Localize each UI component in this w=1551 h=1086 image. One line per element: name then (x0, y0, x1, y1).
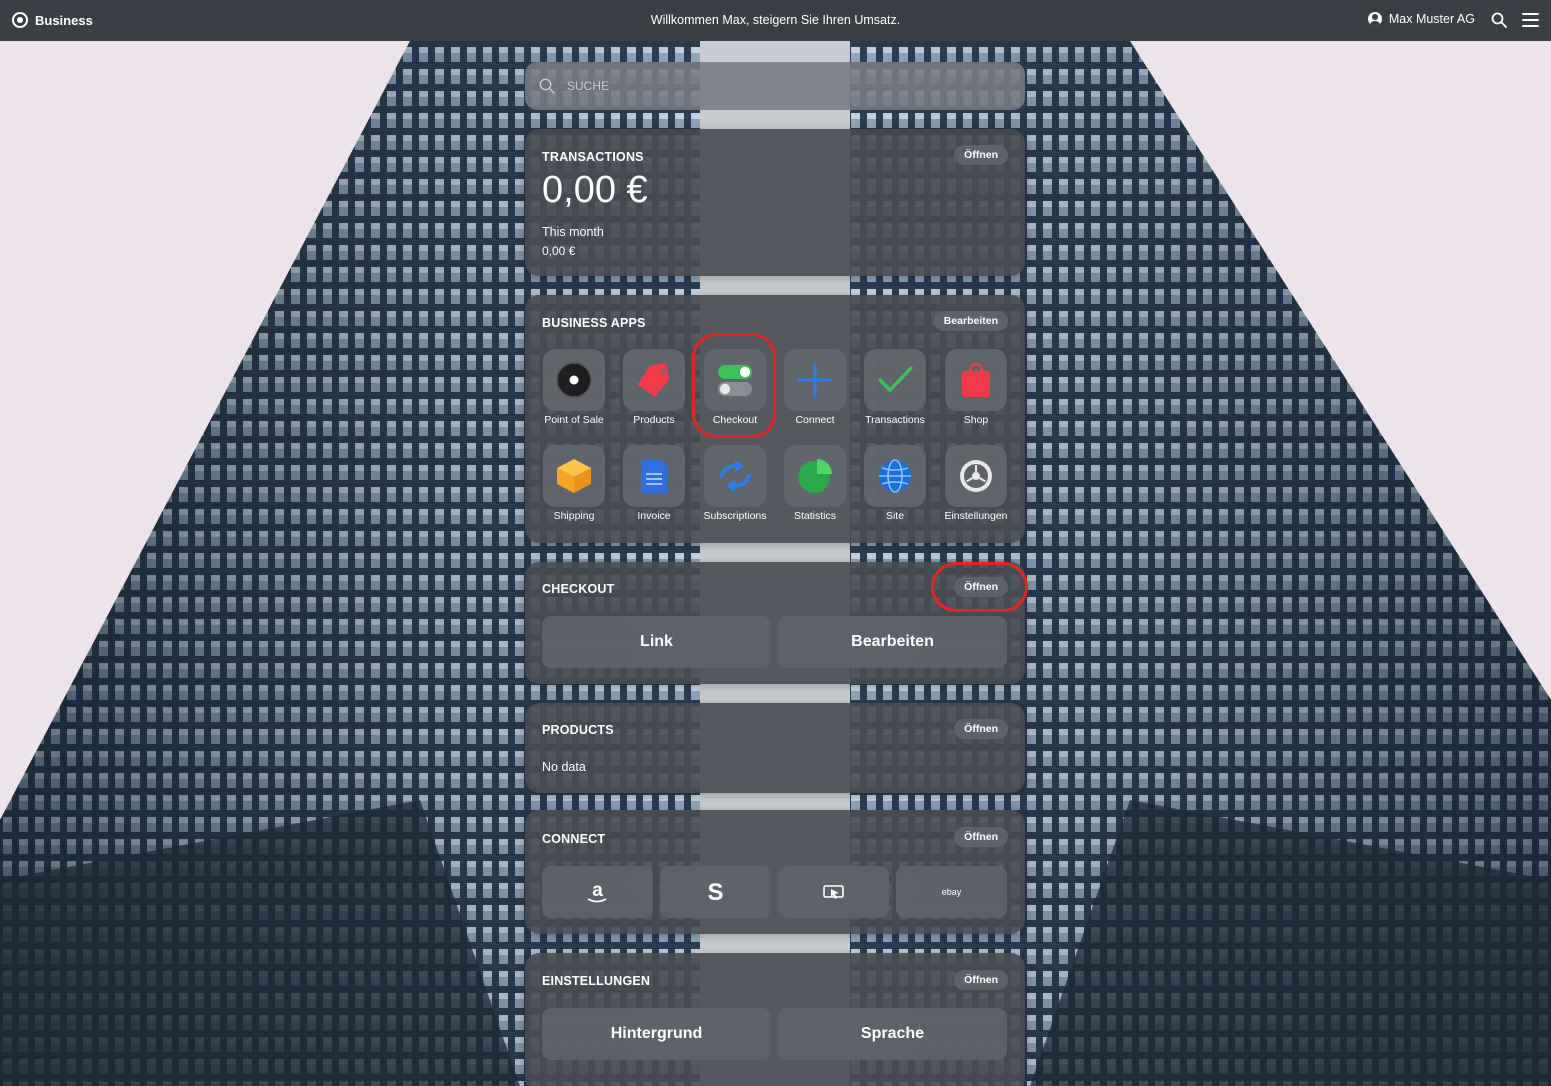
app-point-of-sale[interactable] (543, 349, 605, 411)
business-apps-edit-button[interactable]: Bearbeiten (933, 311, 1008, 331)
app-label: Checkout (712, 414, 758, 426)
products-open-button[interactable]: Öffnen (954, 719, 1008, 739)
toggle-icon (718, 365, 752, 396)
connect-ebay-button[interactable]: ebay (896, 866, 1007, 918)
document-icon (641, 459, 667, 493)
business-apps-title: BUSINESS APPS (542, 316, 646, 330)
settings-gear-icon (960, 460, 992, 492)
svg-text:a: a (592, 880, 603, 901)
transactions-open-button[interactable]: Öffnen (954, 145, 1008, 165)
app-einstellungen[interactable] (945, 445, 1007, 507)
app-label: Products (633, 414, 675, 426)
connect-s-button[interactable]: S (660, 866, 771, 918)
price-tag-icon (637, 362, 670, 398)
settings-open-button[interactable]: Öffnen (954, 970, 1008, 990)
language-button[interactable]: Sprache (778, 1008, 1007, 1060)
welcome-message: Willkommen Max, steigern Sie Ihren Umsat… (650, 13, 901, 27)
checkout-edit-button[interactable]: Bearbeiten (778, 616, 1007, 668)
app-checkout[interactable] (704, 349, 766, 411)
search-icon (539, 78, 555, 94)
globe-icon (879, 459, 911, 493)
plus-icon (798, 363, 832, 397)
app-label: Site (885, 510, 905, 522)
search-icon[interactable] (1491, 12, 1507, 28)
period-amount: 0,00 € (542, 244, 576, 258)
settings-card: EINSTELLUNGEN Öffnen Hintergrund Sprache (525, 953, 1025, 1086)
top-bar: Business Willkommen Max, steigern Sie Ih… (0, 0, 1551, 41)
hamburger-menu-icon[interactable] (1522, 13, 1539, 27)
ebay-label: ebay (942, 887, 962, 897)
pie-chart-icon (798, 459, 832, 493)
app-transactions[interactable] (864, 349, 926, 411)
checkmark-icon (878, 366, 913, 393)
refresh-arrows-icon (719, 460, 751, 492)
app-products[interactable] (623, 349, 685, 411)
products-empty-text: No data (542, 760, 586, 774)
products-card: PRODUCTS Öffnen No data (525, 703, 1025, 793)
user-circle-icon (1367, 12, 1382, 26)
transactions-amount: 0,00 € (542, 169, 648, 211)
screen-cursor-icon (823, 885, 844, 899)
connect-amazon-button[interactable]: a (542, 866, 653, 918)
account-menu[interactable]: Max Muster AG (1367, 12, 1475, 26)
app-label: Statistics (793, 510, 836, 522)
app-label: Shop (963, 414, 989, 426)
connect-screen-button[interactable] (778, 866, 889, 918)
app-statistics[interactable] (784, 445, 846, 507)
app-label: Subscriptions (703, 510, 767, 522)
search-input[interactable] (567, 76, 1007, 96)
transactions-title: TRANSACTIONS (542, 150, 644, 164)
transactions-card: TRANSACTIONS Öffnen 0,00 € This month 0,… (525, 129, 1025, 276)
business-apps-card: BUSINESS APPS Bearbeiten Point of Sale P… (525, 295, 1025, 543)
connect-title: CONNECT (542, 832, 606, 846)
checkout-card: CHECKOUT Öffnen Link Bearbeiten (525, 562, 1025, 684)
checkout-link-button[interactable]: Link (542, 616, 771, 668)
checkout-open-button[interactable]: Öffnen (954, 577, 1008, 597)
box-icon (557, 459, 591, 493)
period-label: This month (542, 225, 604, 239)
products-title: PRODUCTS (542, 723, 614, 737)
app-shop[interactable] (945, 349, 1007, 411)
app-site[interactable] (864, 445, 926, 507)
svg-text:S: S (707, 879, 723, 906)
search-bar (525, 62, 1025, 110)
s-logo-icon: S (707, 879, 723, 906)
app-invoice[interactable] (623, 445, 685, 507)
connect-open-button[interactable]: Öffnen (954, 827, 1008, 847)
ebay-icon: ebay (942, 887, 962, 897)
point-of-sale-icon (556, 362, 592, 398)
app-label: Transactions (865, 414, 925, 426)
app-label: Point of Sale (544, 414, 604, 426)
connect-card: CONNECT Öffnen a S ebay (525, 810, 1025, 934)
amazon-icon: a (587, 880, 607, 903)
app-label: Einstellungen (944, 510, 1008, 522)
app-subscriptions[interactable] (704, 445, 766, 507)
checkout-title: CHECKOUT (542, 582, 615, 596)
shopping-bag-icon (962, 362, 990, 397)
account-name: Max Muster AG (1388, 12, 1475, 26)
app-label: Invoice (637, 510, 671, 522)
app-label: Connect (795, 414, 835, 426)
app-connect[interactable] (784, 349, 846, 411)
app-shipping[interactable] (543, 445, 605, 507)
background-button[interactable]: Hintergrund (542, 1008, 771, 1060)
app-label: Shipping (553, 510, 595, 522)
settings-title: EINSTELLUNGEN (542, 974, 651, 988)
